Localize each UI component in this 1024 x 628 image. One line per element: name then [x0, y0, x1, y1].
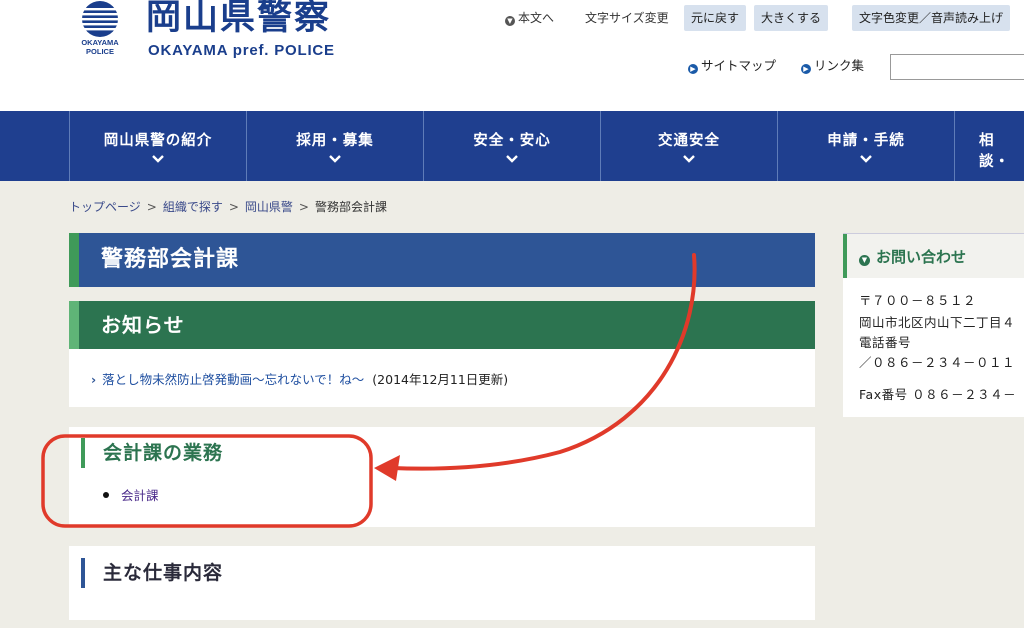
nav-item-consultation[interactable]: 相談・ — [954, 111, 1024, 181]
duties-link[interactable]: 会計課 — [121, 488, 159, 503]
news-list: › 落とし物未然防止啓発動画～忘れないで！ね～ (2014年12月11日更新) — [69, 349, 815, 407]
sitemap-link[interactable]: ▶ サイトマップ — [688, 56, 776, 76]
global-nav: 岡山県警の紹介 採用・募集 安全・安心 交通安全 申請・手続 相談・ — [0, 111, 1024, 181]
contact-address: 岡山市北区内山下二丁目４ — [859, 315, 1016, 330]
police-emblem-icon — [72, 0, 128, 40]
breadcrumb-link[interactable]: トップページ — [69, 200, 141, 214]
news-link[interactable]: 落とし物未然防止啓発動画～忘れないで！ね～ — [102, 372, 364, 387]
main-work-heading: 主な仕事内容 — [81, 558, 223, 588]
main-work-section: 主な仕事内容 — [69, 546, 815, 620]
contact-heading: お問い合わせ — [876, 248, 967, 266]
news-heading: お知らせ — [101, 313, 185, 337]
logo-english: OKAYAMA pref. POLICE — [148, 42, 335, 59]
bullet-icon — [103, 492, 109, 498]
list-item: 会計課 — [103, 485, 159, 504]
nav-item-safety[interactable]: 安全・安心 — [423, 111, 600, 181]
breadcrumb-link[interactable]: 組織で探す — [163, 200, 223, 214]
contact-phone: ／０８６－２３４－０１１ — [859, 355, 1016, 370]
chevron-down-icon — [860, 155, 872, 163]
news-heading-bar: お知らせ — [69, 301, 815, 349]
chevron-right-icon: › — [91, 372, 97, 387]
contact-heading-bar: ▼ お問い合わせ — [843, 234, 1024, 278]
font-size-label: 文字サイズ変更 — [585, 11, 669, 25]
logo-title: 岡山県警察 — [146, 0, 332, 38]
breadcrumb-link[interactable]: 岡山県警 — [245, 200, 293, 214]
site-logo[interactable]: OKAYAMA POLICE 岡山県警察 OKAYAMA pref. POLIC… — [72, 0, 352, 64]
enlarge-font-button[interactable]: 大きくする — [754, 5, 829, 31]
nav-item-traffic[interactable]: 交通安全 — [600, 111, 777, 181]
contact-sidebar: ▼ お問い合わせ 〒７００－８５１２ 岡山市北区内山下二丁目４ 電話番号 ／０８６… — [843, 233, 1024, 417]
breadcrumb: トップページ > 組織で探す > 岡山県警 > 警務部会計課 — [69, 200, 387, 214]
duties-section: 会計課の業務 会計課 — [69, 427, 815, 527]
nav-item-about[interactable]: 岡山県警の紹介 — [69, 111, 246, 181]
breadcrumb-current: 警務部会計課 — [314, 200, 387, 214]
page-title: 警務部会計課 — [101, 247, 240, 272]
skip-to-content-link[interactable]: ▼ 本文へ — [505, 5, 554, 31]
chevron-down-icon — [152, 155, 164, 163]
circle-arrow-icon: ▼ — [505, 16, 515, 26]
chevron-down-icon — [506, 155, 518, 163]
page-title-bar: 警務部会計課 — [69, 233, 815, 287]
chevron-down-icon — [683, 155, 695, 163]
contact-postal: 〒７００－８５１２ — [859, 293, 977, 308]
search-input[interactable] — [890, 54, 1024, 80]
chevron-down-icon — [329, 155, 341, 163]
circle-arrow-icon: ▶ — [801, 64, 811, 74]
duties-heading: 会計課の業務 — [81, 438, 223, 468]
contact-phone-label: 電話番号 — [859, 335, 912, 350]
circle-arrow-icon: ▼ — [859, 255, 870, 266]
news-date: (2014年12月11日更新) — [372, 372, 509, 387]
circle-arrow-icon: ▶ — [688, 64, 698, 74]
links-link[interactable]: ▶ リンク集 — [801, 56, 864, 76]
reset-font-button[interactable]: 元に戻す — [684, 5, 747, 31]
logo-subtitle: OKAYAMA POLICE — [81, 38, 119, 56]
contact-fax: Fax番号 ０８６－２３４－ — [859, 387, 1017, 402]
nav-item-recruit[interactable]: 採用・募集 — [246, 111, 423, 181]
nav-item-application[interactable]: 申請・手続 — [777, 111, 954, 181]
list-item: › 落とし物未然防止啓発動画～忘れないで！ね～ (2014年12月11日更新) — [91, 369, 508, 388]
site-header: OKAYAMA POLICE 岡山県警察 OKAYAMA pref. POLIC… — [0, 0, 1024, 111]
color-voice-button[interactable]: 文字色変更／音声読み上げ — [852, 5, 1011, 31]
